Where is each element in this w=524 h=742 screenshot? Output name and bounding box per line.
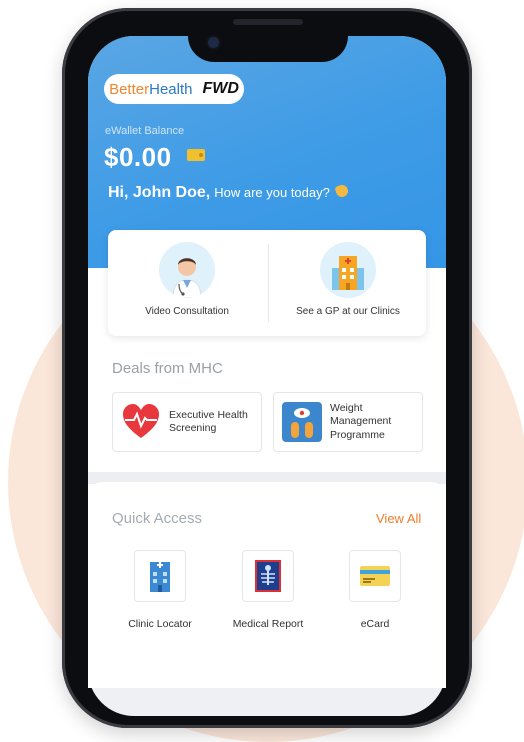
xray-report-icon (242, 550, 294, 602)
video-consultation-label: Video Consultation (145, 306, 229, 317)
logo-fwd-text: FWD (202, 80, 239, 97)
greeting-question: How are you today? (214, 185, 330, 200)
services-divider (268, 244, 269, 322)
deal-executive-line-1: Executive Health (169, 408, 248, 421)
wallet-amount[interactable]: $0.00 (104, 142, 172, 173)
clinic-building-icon (320, 242, 376, 298)
deal-weight-management[interactable]: Weight Management Programme (273, 392, 423, 452)
medical-report-label: Medical Report (232, 618, 304, 630)
front-camera (208, 37, 219, 48)
deal-weight-line-3: Programme (330, 428, 385, 441)
clinic-locator-label: Clinic Locator (128, 618, 192, 630)
doctor-icon (159, 242, 215, 298)
deals-section-title: Deals from MHC (112, 360, 223, 377)
wallet-label: eWallet Balance (105, 125, 185, 137)
deal-executive-screening[interactable]: Executive Health Screening (112, 392, 262, 452)
see-gp-button[interactable]: See a GP at our Clinics (273, 242, 423, 317)
greeting: Hi, John Doe, How are you today? (108, 183, 350, 202)
logo-better-text: Better (109, 80, 150, 98)
deal-weight-line-1: Weight (330, 402, 363, 415)
clinic-locator-button[interactable]: Clinic Locator (115, 550, 205, 630)
heartbeat-icon (121, 402, 161, 442)
ecard-icon (349, 550, 401, 602)
deal-executive-label: Executive Health Screening (169, 409, 248, 435)
video-consultation-button[interactable]: Video Consultation (112, 242, 262, 317)
medical-report-button[interactable]: Medical Report (223, 550, 313, 630)
logo-health-text: Health (149, 80, 193, 98)
ecard-label: eCard (360, 618, 390, 630)
deal-weight-label: Weight Management Programme (330, 402, 391, 441)
wallet-icon (187, 149, 205, 161)
see-gp-label: See a GP at our Clinics (296, 306, 400, 317)
ecard-button[interactable]: eCard (330, 550, 420, 630)
quick-access-title: Quick Access (112, 510, 203, 527)
greeting-name: Hi, John Doe, (108, 184, 211, 201)
weight-scale-icon (282, 402, 322, 442)
deal-executive-line-2: Screening (169, 422, 217, 434)
waving-hand-icon (334, 183, 350, 199)
deal-weight-line-2: Management (330, 415, 392, 428)
speaker-grille (233, 19, 303, 25)
clinic-locator-icon (134, 550, 186, 602)
app-logo: BetterHealth FWD (104, 74, 244, 104)
view-all-link[interactable]: View All (376, 511, 421, 526)
